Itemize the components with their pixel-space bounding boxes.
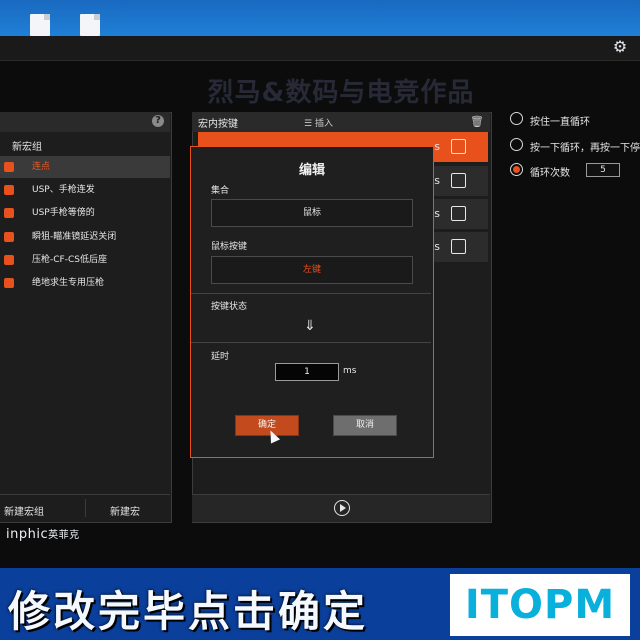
insert-button[interactable]: ☰ 插入	[304, 116, 333, 129]
set-select[interactable]: 鼠标	[211, 199, 413, 227]
brand-name-cn: 英菲克	[48, 530, 80, 541]
edit-dialog: 编辑 集合 鼠标 鼠标按键 左键 按键状态 ⇓ 延时 1 ms 确定 取消	[190, 146, 434, 458]
set-label: 集合	[211, 186, 230, 196]
list-item-label: USP手枪等傍的	[32, 208, 95, 218]
macro-keys-title: 宏内按键	[198, 119, 238, 130]
edit-icon[interactable]	[451, 206, 466, 221]
list-item[interactable]: USP、手枪连发	[0, 179, 170, 201]
edit-icon[interactable]	[451, 173, 466, 188]
dialog-title: 编辑	[298, 163, 325, 178]
desktop-file-icon[interactable]	[80, 14, 100, 36]
key-state-label: 按键状态	[211, 302, 248, 312]
cancel-button[interactable]: 取消	[333, 415, 397, 436]
loop-count-label: 循环次数	[530, 168, 570, 179]
list-item-label: USP、手枪连发	[32, 185, 95, 195]
macro-icon	[4, 185, 14, 195]
app-title-bar: ⚙	[0, 36, 640, 61]
row-unit: s	[434, 240, 440, 253]
itopm-logo: ITOPM	[450, 574, 630, 636]
watermark-text: 烈马&数码与电竞作品	[207, 78, 475, 108]
new-macro-button[interactable]: 新建宏	[110, 503, 140, 518]
list-item[interactable]: 绝地求生专用压枪	[0, 272, 170, 294]
macro-icon	[4, 162, 14, 172]
divider	[191, 293, 431, 294]
list-item-label: 瞬狙-瞄准镜延迟关闭	[32, 232, 117, 242]
delay-label: 延时	[211, 352, 230, 362]
list-item[interactable]: 连点	[0, 156, 170, 178]
delay-input[interactable]: 1	[275, 363, 339, 381]
macro-group-footer: 新建宏组 新建宏	[0, 494, 170, 522]
arrow-down-icon[interactable]: ⇓	[303, 317, 317, 335]
list-item[interactable]: 压枪-CF-CS低后座	[0, 249, 170, 271]
caption-text: 修改完毕点击确定	[8, 587, 369, 636]
edit-icon[interactable]	[451, 139, 466, 154]
loop-count-input[interactable]: 5	[586, 163, 620, 177]
insert-label: 插入	[314, 119, 333, 129]
list-item[interactable]: USP手枪等傍的	[0, 202, 170, 224]
list-item-label: 压枪-CF-CS低后座	[32, 255, 107, 265]
macro-keys-header: 宏内按键 ☰ 插入 🗑	[192, 112, 490, 132]
brand-name: inphic	[6, 527, 49, 542]
trash-icon[interactable]: 🗑	[470, 115, 484, 128]
help-icon[interactable]: ?	[152, 115, 164, 127]
delay-unit: ms	[343, 366, 357, 376]
macro-icon	[4, 208, 14, 218]
row-unit: s	[434, 207, 440, 220]
group-title[interactable]: 新宏组	[12, 138, 42, 153]
list-item[interactable]: 瞬狙-瞄准镜延迟关闭	[0, 226, 170, 248]
mouse-key-select[interactable]: 左键	[211, 256, 413, 284]
loop-count-radio[interactable]	[510, 163, 523, 176]
gear-icon[interactable]: ⚙	[610, 37, 630, 57]
divider	[85, 499, 86, 517]
brand-logo: inphic英菲克	[6, 526, 80, 542]
desktop-file-icon[interactable]	[30, 14, 50, 36]
row-unit: s	[434, 140, 440, 153]
loop-toggle-radio[interactable]	[510, 138, 523, 151]
macro-icon	[4, 255, 14, 265]
list-item-label: 连点	[32, 162, 51, 172]
macro-icon	[4, 278, 14, 288]
loop-hold-label: 按住一直循环	[530, 117, 590, 128]
macro-group-header: ?	[0, 112, 170, 132]
play-icon[interactable]	[334, 500, 350, 516]
loop-hold-radio[interactable]	[510, 112, 523, 125]
new-group-button[interactable]: 新建宏组	[4, 503, 44, 518]
macro-icon	[4, 232, 14, 242]
edit-icon[interactable]	[451, 239, 466, 254]
divider	[191, 342, 431, 343]
row-unit: s	[434, 174, 440, 187]
loop-toggle-label: 按一下循环，再按一下停止	[530, 143, 640, 154]
list-item-label: 绝地求生专用压枪	[32, 278, 105, 288]
mouse-key-label: 鼠标按键	[211, 242, 248, 252]
